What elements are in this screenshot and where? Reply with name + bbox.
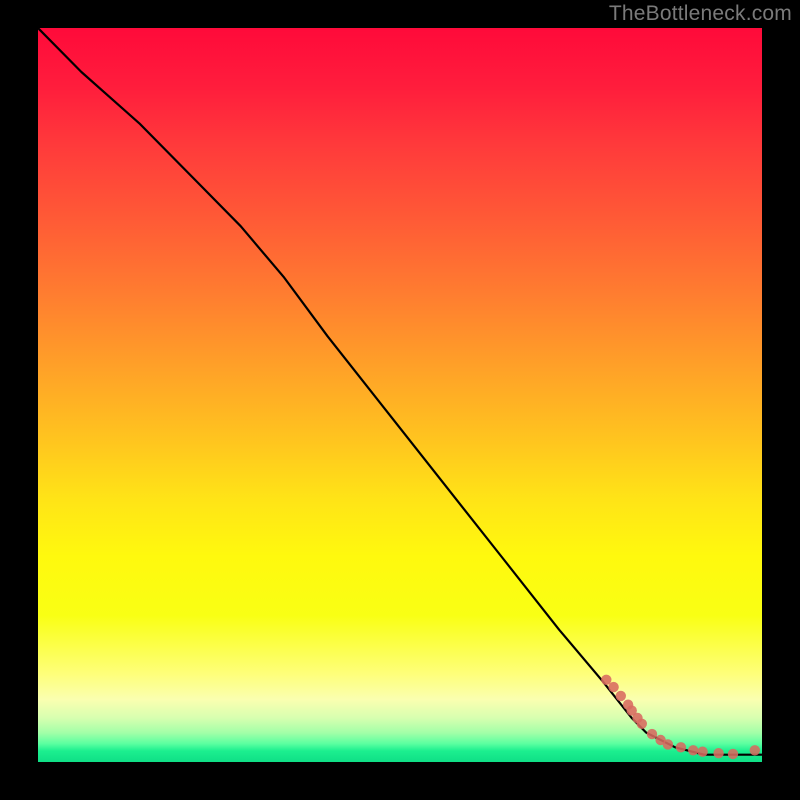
chart-frame: TheBottleneck.com (0, 0, 800, 800)
chart-plot-area (38, 28, 762, 762)
chart-line (38, 28, 762, 755)
chart-svg (38, 28, 762, 762)
watermark-text: TheBottleneck.com (609, 2, 792, 26)
chart-markers (601, 675, 760, 760)
